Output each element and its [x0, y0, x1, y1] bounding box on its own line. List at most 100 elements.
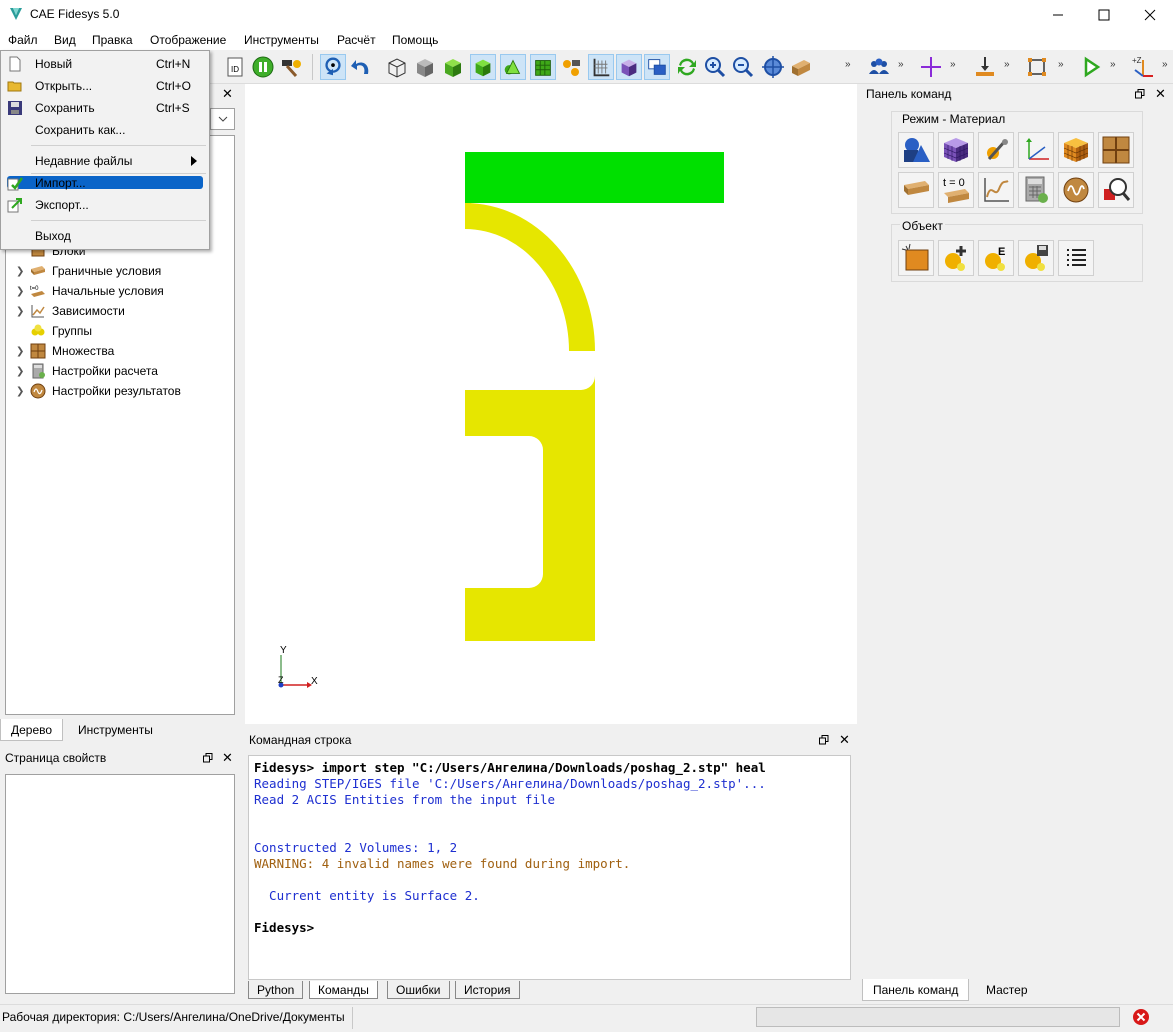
geometry-button[interactable]	[898, 132, 934, 168]
menu-item-recent-files[interactable]: Недавние файлы	[1, 151, 209, 171]
tab-python[interactable]: Python	[248, 981, 304, 999]
close-window-button[interactable]	[1127, 0, 1173, 30]
menu-item-export[interactable]: Экспорт...	[1, 195, 209, 215]
elements-button[interactable]	[1058, 132, 1094, 168]
tree-expander[interactable]: ❯	[16, 286, 30, 297]
tree-expander[interactable]: ❯	[16, 266, 30, 277]
solid-gray-cube-icon[interactable]	[412, 54, 438, 80]
edit-object-button[interactable]: E	[978, 240, 1014, 276]
tree-item-initial-conditions[interactable]: ❯ t=0 Начальные условия	[16, 281, 164, 301]
toolbar-overflow-chevron[interactable]: »	[950, 59, 955, 70]
3d-viewport[interactable]: Y X Z	[245, 84, 857, 724]
initial-conditions-button[interactable]: t = 0	[938, 172, 974, 208]
tab-commands[interactable]: Команды	[309, 981, 378, 999]
wood-block-icon[interactable]	[788, 54, 814, 80]
menu-item-open[interactable]: Открыть... Ctrl+O	[1, 76, 209, 96]
tree-item-result-settings[interactable]: ❯ Настройки результатов	[16, 381, 181, 401]
tree-expander[interactable]: ❯	[16, 346, 30, 357]
maximize-button[interactable]	[1081, 0, 1127, 30]
purple-cube-icon[interactable]	[616, 54, 642, 80]
menu-edit[interactable]: Правка	[92, 32, 133, 48]
menu-view[interactable]: Вид	[54, 32, 76, 48]
green-mesh-cube-icon[interactable]	[530, 54, 556, 80]
menu-item-import[interactable]: Импорт...	[1, 173, 209, 193]
tab-errors[interactable]: Ошибки	[387, 981, 450, 999]
wireframe-cube-icon[interactable]	[384, 54, 410, 80]
green-cube-icon[interactable]	[440, 54, 466, 80]
nodes-icon[interactable]	[558, 54, 584, 80]
close-command-line-icon[interactable]: ✕	[839, 732, 850, 748]
menu-calculation[interactable]: Расчёт	[337, 32, 376, 48]
zoom-in-icon[interactable]	[702, 54, 728, 80]
dependencies-button[interactable]	[978, 172, 1014, 208]
rotate-view-icon[interactable]	[320, 54, 346, 80]
fit-view-icon[interactable]	[760, 54, 786, 80]
toolbar-overflow-chevron[interactable]: »	[1058, 59, 1063, 70]
create-object-button[interactable]	[898, 240, 934, 276]
view-results-button[interactable]	[1098, 172, 1134, 208]
toolbar-overflow-chevron[interactable]: »	[898, 59, 903, 70]
command-output[interactable]: Fidesys> import step "C:/Users/Ангелина/…	[248, 755, 851, 980]
undo-icon[interactable]	[348, 54, 374, 80]
refresh-icon[interactable]	[674, 54, 700, 80]
menu-item-save-as[interactable]: Сохранить как...	[1, 120, 209, 140]
tab-wizard[interactable]: Мастер	[976, 979, 1038, 1001]
hammer-icon[interactable]	[278, 54, 304, 80]
menu-file[interactable]: Файл	[8, 32, 38, 48]
save-object-button[interactable]	[1018, 240, 1054, 276]
mesh-button[interactable]	[938, 132, 974, 168]
minimize-button[interactable]	[1035, 0, 1081, 30]
tree-item-dependencies[interactable]: ❯ Зависимости	[16, 301, 125, 321]
close-tree-panel-icon[interactable]: ✕	[222, 86, 233, 102]
float-panel-icon[interactable]	[819, 735, 829, 745]
model-view[interactable]: Y X Z	[245, 84, 857, 724]
menu-help[interactable]: Помощь	[392, 32, 438, 48]
id-icon[interactable]: ID	[222, 54, 248, 80]
calculation-button[interactable]	[1018, 172, 1054, 208]
close-command-panel-icon[interactable]: ✕	[1155, 86, 1166, 102]
tree-expander[interactable]: ❯	[16, 386, 30, 397]
menu-item-new[interactable]: Новый Ctrl+N	[1, 54, 209, 74]
tree-item-boundary-conditions[interactable]: ❯ Граничные условия	[16, 261, 161, 281]
tree-expander[interactable]: ❯	[16, 306, 30, 317]
green-shapes-icon[interactable]	[500, 54, 526, 80]
add-object-button[interactable]	[938, 240, 974, 276]
green-plate[interactable]	[465, 152, 724, 203]
tree-item-sets[interactable]: ❯ Множества	[16, 341, 114, 361]
crosshair-icon[interactable]	[918, 54, 944, 80]
load-arrow-icon[interactable]	[972, 54, 998, 80]
results-button[interactable]	[1058, 172, 1094, 208]
tree-item-groups[interactable]: Группы	[16, 321, 92, 341]
tree-filter-dropdown[interactable]	[210, 108, 235, 130]
tab-tools[interactable]: Инструменты	[68, 719, 163, 741]
tree-expander[interactable]: ❯	[16, 366, 30, 377]
tab-tree[interactable]: Дерево	[0, 719, 64, 741]
menu-item-exit[interactable]: Выход	[1, 226, 209, 246]
windows-icon[interactable]	[644, 54, 670, 80]
toolbar-overflow-chevron[interactable]: »	[1162, 59, 1167, 70]
toolbar-overflow-chevron[interactable]: »	[1110, 59, 1115, 70]
tree-item-calc-settings[interactable]: ❯ Настройки расчета	[16, 361, 158, 381]
float-panel-icon[interactable]	[1135, 89, 1145, 99]
list-objects-button[interactable]	[1058, 240, 1094, 276]
mesh-square-icon[interactable]	[1024, 54, 1050, 80]
zoom-out-icon[interactable]	[730, 54, 756, 80]
tab-command-panel[interactable]: Панель команд	[862, 979, 970, 1001]
close-properties-icon[interactable]: ✕	[222, 750, 233, 766]
boundary-conditions-button[interactable]	[898, 172, 934, 208]
menu-item-save[interactable]: Сохранить Ctrl+S	[1, 98, 209, 118]
grid-axes-icon[interactable]	[588, 54, 614, 80]
menu-display[interactable]: Отображение	[150, 32, 226, 48]
tab-history[interactable]: История	[455, 981, 520, 999]
pause-icon[interactable]	[250, 54, 276, 80]
float-panel-icon[interactable]	[203, 753, 213, 763]
coordinate-axes-icon[interactable]: +Z	[1130, 54, 1156, 80]
toolbar-overflow-chevron[interactable]: »	[1004, 59, 1009, 70]
coordinate-system-button[interactable]	[1018, 132, 1054, 168]
run-play-icon[interactable]	[1078, 54, 1104, 80]
material-button[interactable]	[978, 132, 1014, 168]
group-users-icon[interactable]	[866, 54, 892, 80]
toolbar-overflow-chevron[interactable]: »	[845, 59, 850, 70]
menu-tools[interactable]: Инструменты	[244, 32, 319, 48]
yellow-part[interactable]	[465, 203, 595, 641]
